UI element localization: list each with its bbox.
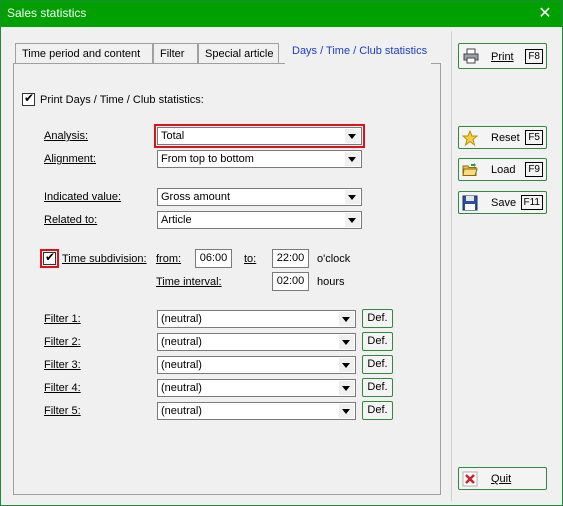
oclock-label: o'clock [317,253,351,265]
related-to-value: Article [161,214,192,226]
to-label: to: [244,253,257,265]
checkmark-icon: ✔ [45,250,56,264]
reset-label: Reset [491,132,520,144]
folder-open-icon [462,163,478,176]
filter-1-label: Filter 1: [44,313,81,325]
quit-label: Quit [491,473,512,485]
chevron-down-icon[interactable] [345,190,360,204]
filter-4-label: Filter 4: [44,382,81,394]
floppy-disk-icon [462,195,478,211]
print-label: Print [491,51,514,63]
filter-5-dropdown[interactable]: (neutral) [157,402,356,420]
alignment-dropdown[interactable]: From top to bottom [157,150,362,168]
filter-3-label: Filter 3: [44,359,81,371]
indicated-value-label: Indicated value: [44,191,122,203]
tab-days-time-club-statistics[interactable]: Days / Time / Club statistics [285,39,431,65]
analysis-value: Total [161,130,185,142]
indicated-value-dropdown[interactable]: Gross amount [157,188,362,206]
chevron-down-icon[interactable] [339,381,354,395]
alignment-label: Alignment: [44,153,96,165]
time-subdivision-label: Time subdivision: [62,253,147,265]
filter-4-def-button[interactable]: Def. [362,378,393,397]
window-title: Sales statistics [7,6,87,20]
save-shortcut: F11 [520,195,543,210]
reset-button[interactable]: Reset F5 [458,126,547,149]
from-time-input[interactable]: 06:00 [195,249,232,268]
alignment-value: From top to bottom [161,153,254,165]
time-subdivision-checkbox[interactable]: ✔ [40,249,59,268]
filter-4-value: (neutral) [161,382,202,394]
tab-filter[interactable]: Filter [153,43,198,64]
checkmark-icon: ✔ [24,91,35,105]
related-to-label: Related to: [44,214,98,226]
load-label: Load [491,164,516,176]
filter-3-dropdown[interactable]: (neutral) [157,356,356,374]
chevron-down-icon[interactable] [339,312,354,326]
filter-3-value: (neutral) [161,359,202,371]
tab-time-period-and-content[interactable]: Time period and content [15,43,153,64]
time-interval-input[interactable]: 02:00 [272,272,309,291]
chevron-down-icon[interactable] [339,335,354,349]
print-shortcut: F8 [525,49,543,64]
to-time-input[interactable]: 22:00 [272,249,309,268]
star-icon [462,130,478,146]
analysis-label: Analysis: [44,130,89,142]
load-button[interactable]: Load F9 [458,158,547,181]
indicated-value-value: Gross amount [161,191,231,203]
print-button[interactable]: Print F8 [458,43,547,69]
tab-special-article[interactable]: Special article [198,43,279,64]
filter-1-def-button[interactable]: Def. [362,309,393,328]
filter-2-dropdown[interactable]: (neutral) [157,333,356,351]
print-days-label: Print Days / Time / Club statistics: [40,94,204,106]
time-interval-label: Time interval: [156,276,222,288]
filter-1-value: (neutral) [161,313,202,325]
filter-1-dropdown[interactable]: (neutral) [157,310,356,328]
from-label: from: [156,253,182,265]
filter-5-value: (neutral) [161,405,202,417]
save-label: Save [491,197,517,209]
save-button[interactable]: Save F11 [458,191,547,214]
vertical-divider [451,31,452,501]
filter-5-def-button[interactable]: Def. [362,401,393,420]
hours-label: hours [317,276,345,288]
printer-icon [463,48,479,64]
print-days-checkbox[interactable]: ✔ [22,91,35,106]
chevron-down-icon[interactable] [345,152,360,166]
chevron-down-icon[interactable] [345,213,360,227]
chevron-down-icon[interactable] [339,404,354,418]
close-icon[interactable]: ✕ [528,1,562,27]
filter-5-label: Filter 5: [44,405,81,417]
filter-2-label: Filter 2: [44,336,81,348]
filter-3-def-button[interactable]: Def. [362,355,393,374]
filter-2-value: (neutral) [161,336,202,348]
reset-shortcut: F5 [525,130,543,145]
related-to-dropdown[interactable]: Article [157,211,362,229]
load-shortcut: F9 [525,162,543,177]
close-x-icon [462,471,478,487]
filter-4-dropdown[interactable]: (neutral) [157,379,356,397]
chevron-down-icon[interactable] [345,129,360,143]
filter-2-def-button[interactable]: Def. [362,332,393,351]
chevron-down-icon[interactable] [339,358,354,372]
sales-statistics-window: Sales statistics ✕ Time period and conte… [0,0,563,506]
title-bar: Sales statistics ✕ [1,1,562,27]
analysis-dropdown[interactable]: Total [154,124,365,148]
quit-button[interactable]: Quit [458,467,547,490]
